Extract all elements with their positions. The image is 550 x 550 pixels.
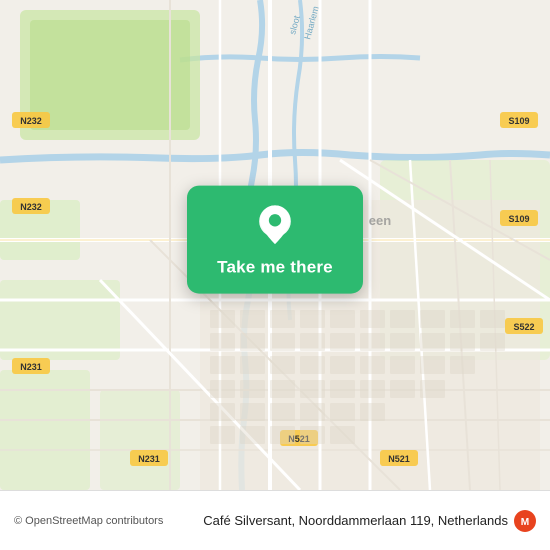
moovit-logo: M: [514, 510, 536, 532]
osm-copyright: © OpenStreetMap contributors: [14, 515, 163, 527]
svg-text:N232: N232: [20, 116, 42, 126]
svg-text:S522: S522: [513, 322, 534, 332]
take-me-card[interactable]: Take me there: [187, 186, 363, 294]
svg-text:M: M: [521, 517, 529, 528]
branding-section: Café Silversant, Noorddammerlaan 119, Ne…: [203, 510, 536, 532]
svg-text:N231: N231: [138, 454, 160, 464]
svg-text:S109: S109: [508, 214, 529, 224]
location-pin-icon: [253, 204, 297, 248]
take-me-label: Take me there: [217, 258, 333, 278]
address-text: Café Silversant, Noorddammerlaan 119, Ne…: [203, 513, 508, 528]
bottom-bar: © OpenStreetMap contributors Café Silver…: [0, 490, 550, 550]
svg-text:S109: S109: [508, 116, 529, 126]
map-container: N232 N232 N231 N231 N521 N521 S109 S109 …: [0, 0, 550, 490]
moovit-icon: M: [514, 510, 536, 532]
svg-text:N231: N231: [20, 362, 42, 372]
svg-text:een: een: [369, 213, 391, 228]
svg-text:N521: N521: [388, 454, 410, 464]
svg-text:N232: N232: [20, 202, 42, 212]
copyright-section: © OpenStreetMap contributors: [14, 515, 163, 527]
